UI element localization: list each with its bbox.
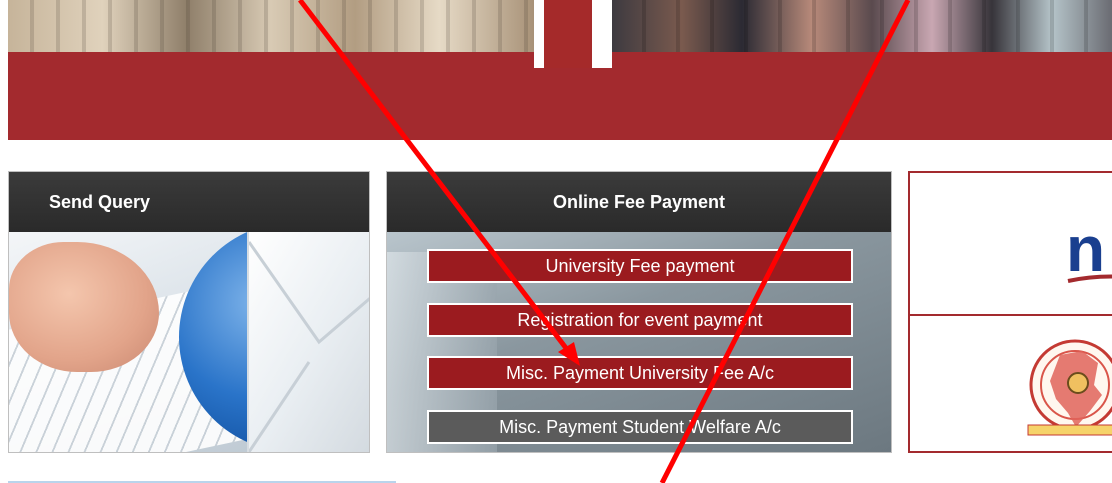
hand-image	[9, 242, 159, 372]
photo-frame	[534, 0, 544, 70]
misc-payment-student-welfare-button[interactable]: Misc. Payment Student Welfare A/c	[427, 410, 853, 444]
send-query-panel[interactable]: Send Query	[8, 171, 370, 453]
envelope-icon	[247, 232, 369, 452]
registration-event-payment-button[interactable]: Registration for event payment	[427, 303, 853, 337]
red-banner	[612, 52, 1112, 68]
logo-divider	[910, 314, 1112, 316]
banner-divider	[544, 0, 592, 70]
nirf-logo[interactable]: n	[1066, 213, 1112, 289]
red-banner	[8, 68, 1112, 140]
accreditation-logos-panel: n	[908, 171, 1112, 453]
campus-photo-left	[8, 0, 534, 52]
naac-logo[interactable]	[1020, 333, 1112, 443]
query-image	[9, 222, 369, 452]
campus-photo-right	[612, 0, 1112, 52]
online-fee-panel: Online Fee Payment University Fee paymen…	[386, 171, 892, 453]
send-query-title[interactable]: Send Query	[9, 172, 369, 232]
photo-frame	[592, 0, 612, 70]
misc-payment-university-fee-button[interactable]: Misc. Payment University Fee A/c	[427, 356, 853, 390]
online-fee-title: Online Fee Payment	[387, 172, 891, 232]
red-banner	[8, 52, 534, 68]
university-fee-payment-button[interactable]: University Fee payment	[427, 249, 853, 283]
